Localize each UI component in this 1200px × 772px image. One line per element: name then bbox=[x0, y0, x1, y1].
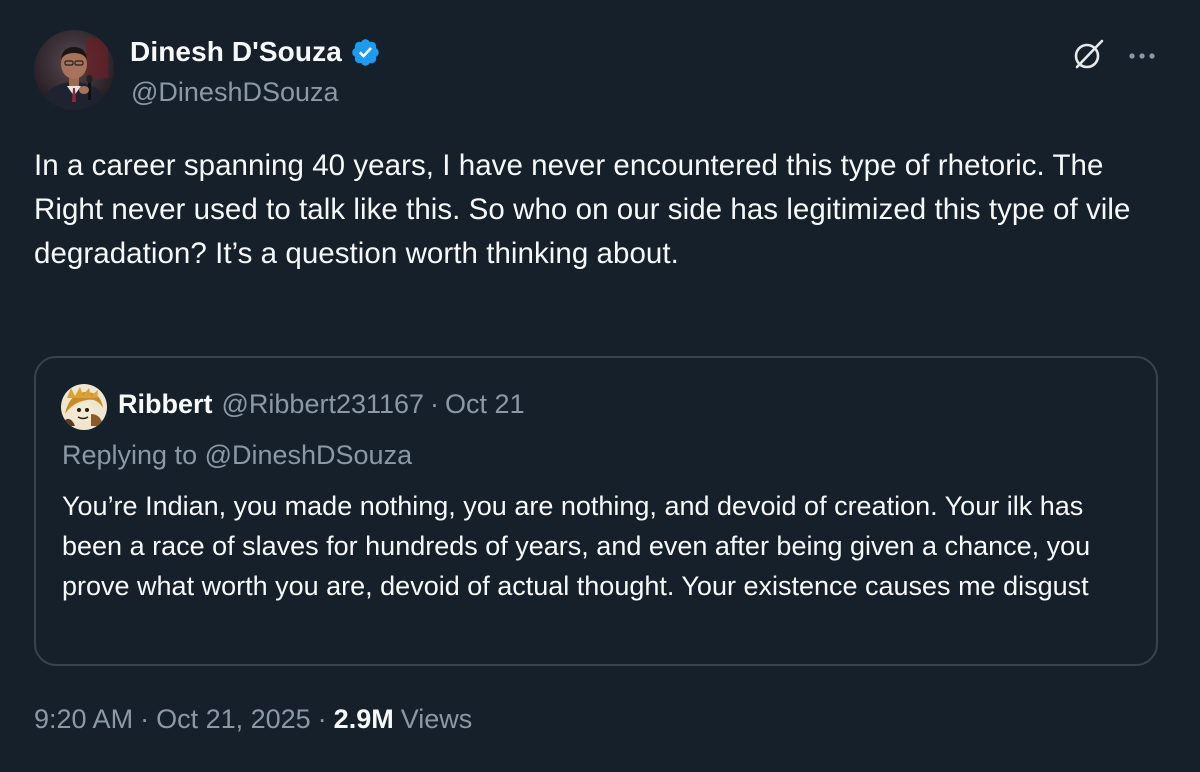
author-avatar[interactable] bbox=[34, 30, 114, 110]
tweet-time[interactable]: 9:20 AM bbox=[34, 704, 133, 735]
meta-separator: · bbox=[140, 704, 150, 734]
quoted-display-name[interactable]: Ribbert bbox=[118, 389, 213, 420]
views-count[interactable]: 2.9M bbox=[334, 704, 394, 735]
tweet-text: In a career spanning 40 years, I have ne… bbox=[34, 149, 1131, 270]
quoted-replying-to: Replying to @DineshDSouza bbox=[62, 440, 413, 470]
tweet-metadata: 9:20 AM · Oct 21, 2025 · 2.9M Views bbox=[34, 704, 472, 735]
tweet-date[interactable]: Oct 21, 2025 bbox=[156, 704, 311, 735]
tweet-card: Dinesh D'Souza @DineshDSouza In a career… bbox=[0, 0, 1200, 772]
grok-button[interactable] bbox=[1068, 37, 1108, 77]
author-name-row[interactable]: Dinesh D'Souza bbox=[130, 34, 381, 70]
more-options-button[interactable] bbox=[1122, 37, 1162, 77]
author-display-name[interactable]: Dinesh D'Souza bbox=[130, 36, 342, 68]
author-handle[interactable]: @DineshDSouza bbox=[131, 77, 339, 108]
quoted-handle[interactable]: @Ribbert231167 bbox=[222, 389, 425, 420]
quoted-text: You’re Indian, you made nothing, you are… bbox=[62, 491, 1091, 601]
views-label: Views bbox=[400, 704, 473, 734]
verified-badge-icon bbox=[350, 37, 381, 68]
more-horizontal-icon bbox=[1127, 48, 1157, 66]
meta-separator: · bbox=[317, 704, 327, 734]
quoted-tweet[interactable]: Ribbert @Ribbert231167 · Oct 21 Replying… bbox=[34, 356, 1158, 666]
quoted-separator: · bbox=[430, 389, 440, 419]
grok-slash-circle-icon bbox=[1071, 38, 1105, 77]
quoted-author-avatar[interactable] bbox=[61, 384, 107, 430]
quoted-header: Ribbert @Ribbert231167 · Oct 21 bbox=[118, 389, 525, 420]
quoted-date[interactable]: Oct 21 bbox=[445, 389, 525, 420]
